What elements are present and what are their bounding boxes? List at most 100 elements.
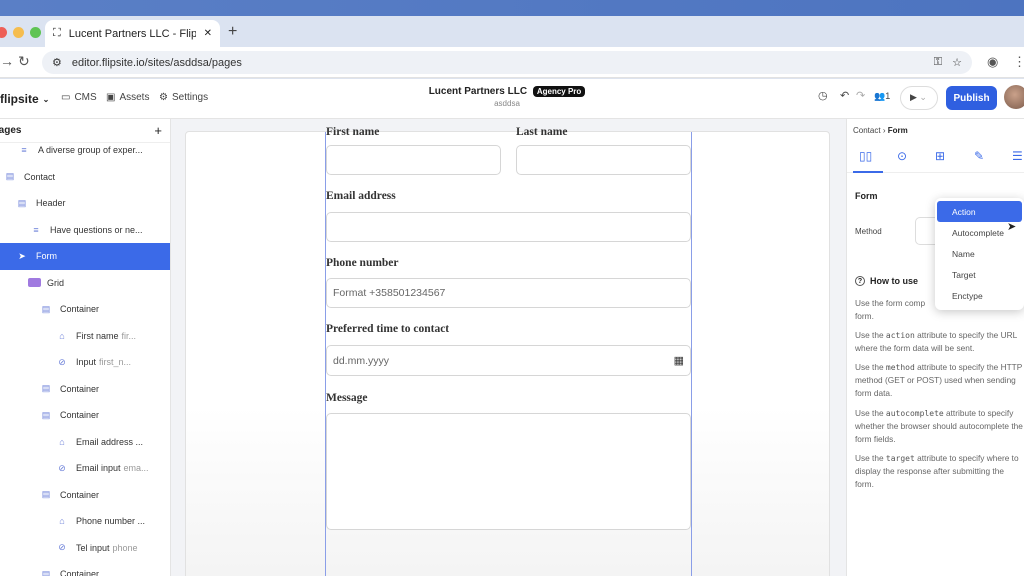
- tree-item[interactable]: ≡ A diverse group of exper...: [0, 137, 170, 164]
- date-field[interactable]: dd.mm.yyyy ▦: [326, 345, 691, 376]
- tab-content-book-icon[interactable]: ▯▯: [859, 149, 872, 163]
- tree-item[interactable]: ▤ Container: [0, 402, 170, 429]
- breadcrumb-current: Form: [887, 126, 908, 135]
- tree-item[interactable]: ▤ Container: [0, 561, 170, 576]
- collaborators[interactable]: 👥1: [874, 91, 890, 102]
- preferred-time-label: Preferred time to contact: [326, 323, 450, 335]
- tree-item[interactable]: ⌂ Email address ...: [0, 429, 170, 456]
- site-settings-icon[interactable]: ⚙: [52, 56, 62, 69]
- preview-button[interactable]: ▶ ⌄: [900, 86, 938, 110]
- tree-item[interactable]: ⌂ Phone number ...: [0, 508, 170, 535]
- browser-tab[interactable]: ⛶ Lucent Partners LLC - Flipsite ✕: [45, 20, 220, 47]
- browser-tab-bar: ⛶ Lucent Partners LLC - Flipsite ✕ +: [0, 16, 1024, 47]
- dropdown-option-enctype[interactable]: Enctype: [935, 285, 1024, 306]
- history-icon[interactable]: ◷: [818, 89, 828, 102]
- publish-button[interactable]: Publish: [946, 86, 997, 110]
- add-page-icon[interactable]: +: [154, 123, 162, 138]
- section-icon: ▤: [41, 489, 51, 500]
- email-field[interactable]: [326, 212, 691, 242]
- address-bar[interactable]: ⚙ editor.flipsite.io/sites/asddsa/pages …: [42, 51, 972, 74]
- tree-item-label: Have questions or ne...: [50, 224, 143, 235]
- tree-item[interactable]: Grid: [0, 270, 170, 297]
- page-tree: ≡ A diverse group of exper... ▤ Contact ▤ Hea…: [0, 137, 170, 576]
- link-icon: ⊘: [58, 462, 66, 473]
- tree-item[interactable]: ➤ Form: [0, 243, 170, 270]
- chevron-down-icon: ⌄: [919, 92, 927, 102]
- help-target-pre: Use the: [855, 453, 884, 463]
- close-window-button[interactable]: [0, 27, 7, 38]
- tab-settings-sliders-icon[interactable]: ☰: [1012, 149, 1023, 163]
- bookmark-star-icon[interactable]: ☆: [952, 56, 962, 69]
- section-icon: ▤: [41, 568, 51, 576]
- tree-item[interactable]: ⊘ Tel input phone: [0, 535, 170, 562]
- last-name-label: Last name: [516, 126, 568, 138]
- attribute-dropdown: Action Autocomplete Name Target Enctype: [935, 198, 1024, 310]
- tag-icon: ⌂: [59, 516, 65, 527]
- avatar[interactable]: [1004, 85, 1024, 109]
- selected-form-outline[interactable]: First name Last name Email address Phone…: [325, 126, 692, 576]
- dropdown-option-name[interactable]: Name: [935, 243, 1024, 264]
- breadcrumb-parent[interactable]: Contact: [853, 126, 881, 135]
- send-icon: ➤: [18, 250, 26, 261]
- tree-item-label: Container: [60, 410, 100, 421]
- active-tab-indicator: [853, 171, 883, 173]
- section-icon: ▤: [5, 171, 15, 182]
- how-to-use-header: ? How to use: [855, 276, 918, 286]
- browser-menu-icon[interactable]: ⋮: [1013, 54, 1024, 70]
- tree-item[interactable]: ▤ Header: [0, 190, 170, 217]
- tree-item[interactable]: ▤ Container: [0, 296, 170, 323]
- tree-item[interactable]: ≡ Have questions or ne...: [0, 217, 170, 244]
- tree-item-label: Input: [76, 357, 97, 368]
- users-icon: 👥: [874, 91, 886, 101]
- help-method: Use the method attribute to specify the …: [855, 361, 1024, 400]
- tree-item-label: Phone number ...: [76, 516, 146, 527]
- tree-item[interactable]: ⌂ First name fir...: [0, 323, 170, 350]
- plan-badge: Agency Pro: [532, 86, 586, 97]
- tag-icon: ⌂: [59, 330, 65, 341]
- tree-item[interactable]: ▤ Contact: [0, 164, 170, 191]
- help-method-pre: Use the: [855, 362, 884, 372]
- minimize-window-button[interactable]: [13, 27, 24, 38]
- phone-label: Phone number: [326, 257, 399, 269]
- redo-icon[interactable]: ↷: [856, 89, 865, 102]
- tab-title: Lucent Partners LLC - Flipsite: [68, 27, 196, 40]
- tree-item[interactable]: ▤ Container: [0, 482, 170, 509]
- last-name-field[interactable]: [516, 145, 691, 175]
- close-tab-icon[interactable]: ✕: [204, 28, 212, 39]
- forward-icon[interactable]: →: [0, 53, 14, 69]
- collab-count: 1: [885, 91, 891, 101]
- tree-item-detail: fir...: [121, 330, 137, 341]
- tab-layout-grid-icon[interactable]: ⊞: [935, 149, 945, 163]
- site-title: Lucent Partners LLC: [428, 86, 528, 97]
- dropdown-option-action[interactable]: Action: [937, 201, 1022, 222]
- tab-style-brush-icon[interactable]: ✎: [974, 149, 984, 163]
- tree-item-label: Container: [60, 304, 100, 315]
- tree-item-detail: ema...: [123, 463, 149, 474]
- link-icon: ⊘: [58, 356, 66, 367]
- grid-icon: [28, 278, 41, 288]
- tree-item-label: Form: [36, 251, 57, 262]
- tab-interactions-play-icon[interactable]: ⊙: [897, 149, 907, 163]
- password-key-icon[interactable]: ⚿: [934, 56, 942, 69]
- editor-canvas: First name Last name Email address Phone…: [171, 119, 846, 576]
- help-autocomplete: Use the autocomplete attribute to specif…: [855, 407, 1024, 446]
- phone-field[interactable]: Format +358501234567: [326, 278, 691, 308]
- tree-item[interactable]: ▤ Container: [0, 376, 170, 403]
- calendar-icon[interactable]: ▦: [674, 354, 684, 367]
- undo-icon[interactable]: ↶: [840, 89, 849, 102]
- reload-icon[interactable]: ↻: [18, 53, 30, 70]
- message-textarea[interactable]: [326, 413, 691, 530]
- dropdown-option-target[interactable]: Target: [935, 264, 1024, 285]
- help-action: Use the action attribute to specify the …: [855, 329, 1024, 355]
- tree-item[interactable]: ⊘ Email input ema...: [0, 455, 170, 482]
- tree-item-label: First name: [76, 330, 119, 341]
- tree-item-label: Contact: [24, 171, 56, 182]
- first-name-field[interactable]: [326, 145, 501, 175]
- tree-item[interactable]: ⊘ Input first_n...: [0, 349, 170, 376]
- tree-item-label: Email address ...: [76, 436, 144, 447]
- tree-item-label: Container: [60, 383, 100, 394]
- new-tab-button[interactable]: +: [228, 23, 237, 41]
- profile-icon[interactable]: ◉: [987, 54, 998, 70]
- browser-toolbar: → ↻ ⚙ editor.flipsite.io/sites/asddsa/pa…: [0, 47, 1024, 78]
- maximize-window-button[interactable]: [30, 27, 41, 38]
